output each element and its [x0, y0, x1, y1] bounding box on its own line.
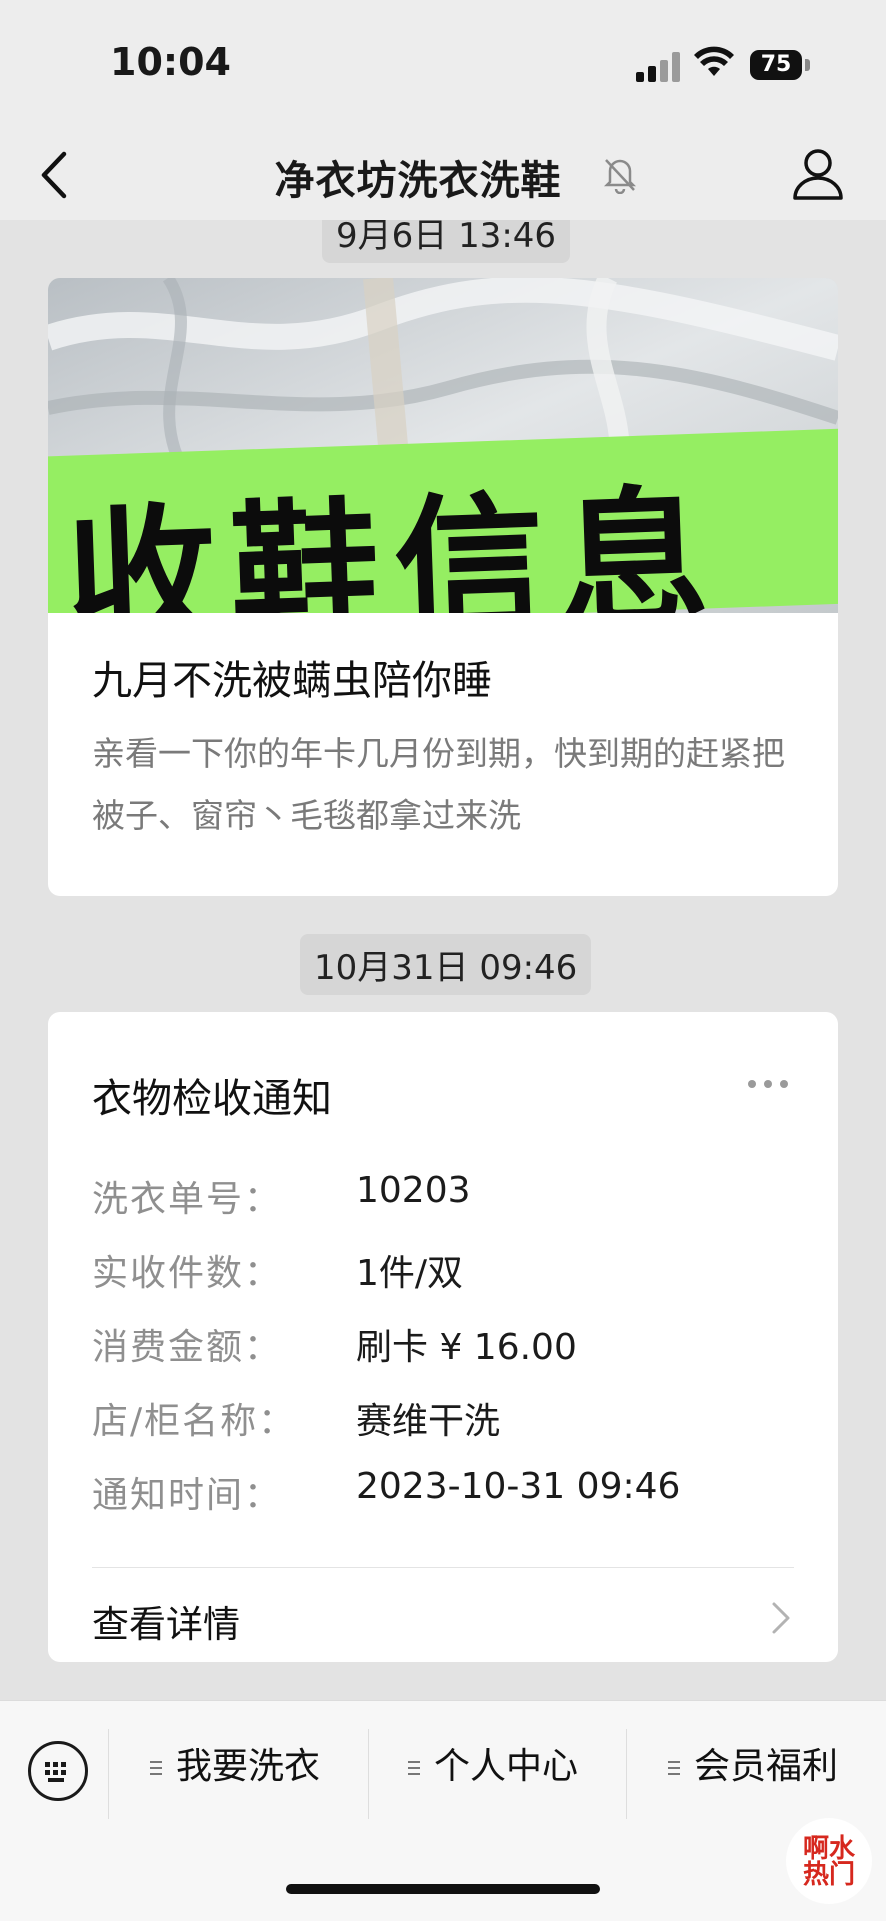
- chat-title: 净衣坊洗衣洗鞋: [274, 158, 562, 204]
- field-label: 消费金额：: [92, 1327, 283, 1368]
- notice-title: 衣物检收通知: [92, 1076, 332, 1122]
- cover-title-text: 收鞋信息: [63, 471, 726, 613]
- field-value: 2023-10-31 09:46: [356, 1466, 681, 1507]
- menu-item-wash[interactable]: 我要洗衣: [150, 1737, 320, 1797]
- signal-icon: [636, 52, 680, 82]
- article-title: 九月不洗被螨虫陪你睡: [92, 658, 492, 704]
- menu-separator: [108, 1729, 109, 1819]
- notice-card[interactable]: 衣物检收通知 洗衣单号： 10203 实收件数： 1件/双 消费金额： 刷卡 ¥…: [48, 1012, 838, 1662]
- field-label: 通知时间：: [92, 1475, 283, 1516]
- chevron-right-icon[interactable]: [770, 1600, 792, 1636]
- menu-item-member-benefits[interactable]: 会员福利: [668, 1737, 838, 1797]
- field-store-name: 店/柜名称： 赛维干洗: [92, 1392, 792, 1452]
- menu-separator: [626, 1729, 627, 1819]
- menu-item-label: 个人中心: [434, 1746, 579, 1787]
- battery-icon: 75: [750, 50, 802, 80]
- nav-bar: 净衣坊洗衣洗鞋: [0, 130, 886, 220]
- article-cover-image: 收鞋信息: [48, 278, 838, 613]
- more-options-icon[interactable]: [748, 1080, 792, 1090]
- mute-bell-icon: [603, 159, 637, 194]
- submenu-lines-icon: [668, 1761, 680, 1775]
- watermark-text: 啊水 热门: [802, 1834, 855, 1890]
- home-indicator[interactable]: [286, 1884, 600, 1894]
- message-timestamp: 9月6日 13:46: [322, 220, 571, 263]
- keyboard-icon[interactable]: [28, 1741, 88, 1801]
- field-value: 1件/双: [356, 1253, 464, 1294]
- field-order-number: 洗衣单号： 10203: [92, 1170, 792, 1230]
- field-value: 赛维干洗: [356, 1401, 501, 1442]
- field-value: 刷卡 ¥ 16.00: [356, 1327, 577, 1368]
- submenu-lines-icon: [408, 1761, 420, 1775]
- profile-icon[interactable]: [792, 146, 844, 200]
- menu-item-profile[interactable]: 个人中心: [408, 1737, 578, 1797]
- message-timestamp: 10月31日 09:46: [300, 934, 592, 995]
- wifi-icon: [694, 46, 734, 76]
- field-notify-time: 通知时间： 2023-10-31 09:46: [92, 1466, 792, 1526]
- chat-area[interactable]: 9月6日 13:46 收鞋信息 九月不洗被螨虫陪你睡 亲看一下你的年卡几月份到期…: [0, 220, 886, 1700]
- field-value: 10203: [356, 1170, 471, 1211]
- field-amount: 消费金额： 刷卡 ¥ 16.00: [92, 1318, 792, 1378]
- field-label: 店/柜名称：: [92, 1401, 297, 1442]
- article-description: 亲看一下你的年卡几月份到期，快到期的赶紧把被子、窗帘丶毛毯都拿过来洗: [92, 734, 785, 835]
- status-time: 10:04: [110, 40, 231, 84]
- article-card[interactable]: 收鞋信息 九月不洗被螨虫陪你睡 亲看一下你的年卡几月份到期，快到期的赶紧把被子、…: [48, 278, 838, 896]
- battery-tip: [805, 59, 810, 71]
- divider: [92, 1567, 794, 1568]
- field-item-count: 实收件数： 1件/双: [92, 1244, 792, 1304]
- field-label: 实收件数：: [92, 1253, 283, 1294]
- menu-item-label: 我要洗衣: [176, 1746, 321, 1787]
- view-details-link[interactable]: 查看详情: [92, 1594, 240, 1648]
- status-bar: 10:04 75: [0, 0, 886, 130]
- menu-item-label: 会员福利: [694, 1746, 839, 1787]
- field-label: 洗衣单号：: [92, 1179, 283, 1220]
- submenu-lines-icon: [150, 1761, 162, 1775]
- menu-separator: [368, 1729, 369, 1819]
